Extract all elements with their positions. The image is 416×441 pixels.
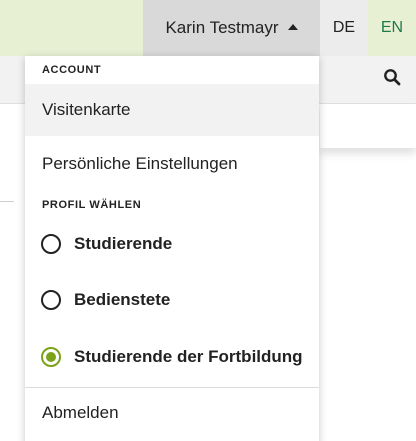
menu-item-personal-settings[interactable]: Persönliche Einstellungen	[25, 144, 319, 184]
profile-option-label: Studierende	[74, 234, 173, 253]
profile-option-label: Studierende der Fortbildung	[74, 347, 303, 366]
logout-label: Abmelden	[42, 403, 119, 422]
language-de-label: DE	[332, 19, 356, 36]
page: Karin Testmayr DE EN ACCOUNT Visitenkart…	[0, 0, 416, 441]
background-divider	[0, 201, 14, 202]
user-name: Karin Testmayr	[165, 18, 279, 37]
profile-section-label: PROFIL WÄHLEN	[42, 199, 142, 211]
profile-option-studierende[interactable]: Studierende	[25, 222, 319, 266]
menu-item-visitenkarte[interactable]: Visitenkarte	[25, 84, 319, 136]
radio-checked-icon[interactable]	[41, 347, 61, 367]
user-menu-button[interactable]: Karin Testmayr	[143, 0, 320, 56]
background-panel	[320, 104, 416, 148]
menu-item-label: Visitenkarte	[42, 100, 131, 119]
top-bar: Karin Testmayr DE EN	[0, 0, 416, 56]
profile-option-bedienstete[interactable]: Bedienstete	[25, 278, 319, 322]
radio-unchecked-icon[interactable]	[41, 234, 61, 254]
logout-button[interactable]: Abmelden	[25, 393, 319, 433]
caret-up-icon	[287, 24, 298, 30]
profile-option-studierende-fortbildung[interactable]: Studierende der Fortbildung	[25, 335, 319, 379]
language-de-button[interactable]: DE	[320, 0, 368, 56]
search-icon[interactable]	[383, 68, 401, 86]
language-en-button[interactable]: EN	[368, 0, 416, 56]
radio-unchecked-icon[interactable]	[41, 290, 61, 310]
menu-divider	[25, 387, 319, 388]
menu-item-label: Persönliche Einstellungen	[42, 154, 238, 173]
top-bar-left-area	[0, 0, 143, 56]
account-dropdown-menu: ACCOUNT Visitenkarte Persönliche Einstel…	[25, 56, 319, 441]
profile-option-label: Bedienstete	[74, 290, 171, 309]
language-en-label: EN	[380, 19, 404, 36]
account-section-label: ACCOUNT	[42, 64, 102, 76]
